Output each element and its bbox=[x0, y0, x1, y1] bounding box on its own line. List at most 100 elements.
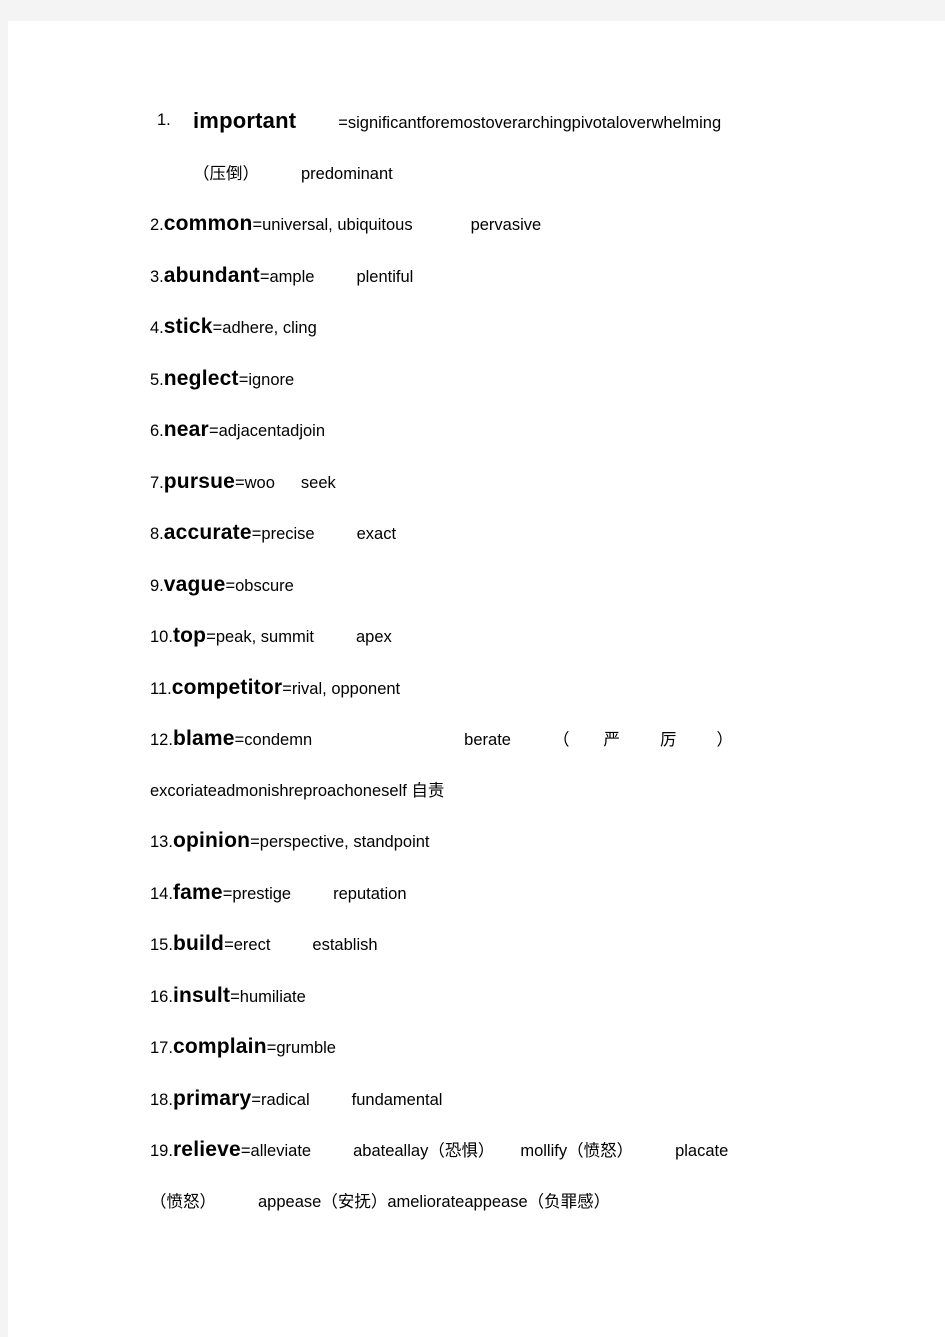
vocab-entry: 15.build=erect establish bbox=[150, 919, 830, 971]
entry-synonym: mollify bbox=[520, 1142, 568, 1160]
entry-equals: = bbox=[240, 1142, 251, 1160]
entry-number: 10. bbox=[150, 628, 173, 646]
entry-headword: top bbox=[172, 624, 207, 647]
entry-synonym: pervasive bbox=[470, 216, 542, 234]
entry-headword: common bbox=[163, 212, 253, 235]
entry-equals: = bbox=[206, 628, 216, 646]
entry-synonym: adjacentadjoin bbox=[218, 422, 325, 440]
vocab-entry: 12.blame=condemn berate （严厉） excoriateadmo… bbox=[150, 714, 830, 816]
entry-synonym: plentiful bbox=[356, 267, 414, 286]
vocab-entry: 2.common=universal, ubiquitous pervasive bbox=[150, 199, 830, 251]
entry-headword: fame bbox=[172, 880, 223, 904]
vocab-entry: 14.fame=prestige reputation bbox=[150, 868, 830, 920]
entry-equals: = bbox=[222, 884, 233, 903]
entry-headword: insult bbox=[172, 983, 231, 1007]
entry-headword: relieve bbox=[172, 1138, 241, 1161]
entry-number: 13. bbox=[150, 833, 173, 851]
entry-number: 18. bbox=[150, 1090, 173, 1109]
entry-equals: = bbox=[338, 114, 348, 132]
entry-headword: accurate bbox=[163, 521, 252, 544]
entry-headword: blame bbox=[172, 727, 235, 750]
entry-cjk-gloss: （安抚） bbox=[321, 1191, 388, 1211]
entry-synonym: apex bbox=[355, 628, 392, 646]
vocab-entry: 1. important =significantforemostoverarchi… bbox=[150, 96, 830, 199]
entry-equals: = bbox=[238, 370, 249, 389]
entry-synonym: summit bbox=[260, 628, 314, 646]
entry-cjk-char: 厉 bbox=[659, 730, 717, 749]
entry-synonym: woo bbox=[244, 473, 275, 492]
entry-synonym: erect bbox=[233, 936, 271, 954]
entry-equals: = bbox=[212, 319, 223, 337]
entry-cjk-gloss: 自责 bbox=[411, 780, 445, 800]
entry-continuation: （压倒） predominant bbox=[193, 149, 830, 200]
entry-synonym: obscure bbox=[235, 576, 294, 595]
entry-synonym: humiliate bbox=[239, 987, 306, 1006]
vocab-entry: 4.stick=adhere, cling bbox=[150, 302, 830, 354]
entry-equals: = bbox=[225, 576, 236, 595]
entry-number: 1. bbox=[157, 111, 171, 129]
entry-synonyms: significantforemostoverarchingpivotalove… bbox=[347, 114, 722, 132]
entry-equals: = bbox=[208, 422, 219, 440]
entry-headword: abundant bbox=[163, 263, 260, 287]
entry-synonym: establish bbox=[312, 936, 378, 954]
vocab-entry: 9.vague=obscure bbox=[150, 560, 830, 612]
entry-equals: = bbox=[252, 216, 263, 234]
vocab-entry: 3.abundant=ample plentiful bbox=[150, 251, 830, 303]
entry-synonym: prestige bbox=[232, 884, 292, 903]
entry-number: 2. bbox=[150, 216, 164, 234]
entry-number: 11. bbox=[150, 679, 172, 698]
vocab-entry: 17.complain=grumble bbox=[150, 1022, 830, 1074]
vocab-entry: 16.insult=humiliate bbox=[150, 971, 830, 1023]
entry-synonym: standpoint bbox=[353, 833, 430, 851]
entry-synonym: reputation bbox=[333, 884, 407, 903]
entry-synonym: condemn bbox=[244, 731, 313, 749]
entry-synonym: fundamental bbox=[351, 1090, 443, 1109]
entry-synonym: perspective, bbox=[259, 833, 349, 851]
entry-headword: vague bbox=[163, 572, 226, 596]
entry-synonym: adhere, bbox=[222, 319, 279, 337]
entry-headword: build bbox=[172, 932, 225, 955]
entry-synonym: universal, bbox=[262, 216, 333, 234]
entry-continuation: excoriateadmonishreproachoneself 自责 bbox=[150, 766, 830, 817]
vocab-entry: 8.accurate=precise exact bbox=[150, 508, 830, 560]
entry-number: 16. bbox=[150, 987, 173, 1006]
entry-equals: = bbox=[250, 833, 260, 851]
entry-synonym: placate bbox=[675, 1142, 729, 1160]
entry-synonym: cling bbox=[282, 319, 317, 337]
entry-synonym: radical bbox=[261, 1090, 310, 1109]
entry-equals: = bbox=[259, 267, 270, 286]
vocabulary-list: 1. important =significantforemostoverarchi… bbox=[150, 96, 830, 1227]
entry-number: 6. bbox=[150, 422, 164, 440]
entry-equals: = bbox=[234, 473, 245, 492]
entry-number: 9. bbox=[150, 576, 164, 595]
entry-paren-close: ） bbox=[716, 730, 733, 749]
entry-headword: opinion bbox=[172, 829, 251, 852]
entry-synonym: predominant bbox=[301, 164, 393, 183]
entry-synonym: berate bbox=[464, 731, 511, 749]
entry-headword: stick bbox=[163, 315, 213, 338]
entry-cjk-char: 严 bbox=[603, 730, 660, 749]
vocab-entry: 18.primary=radical fundamental bbox=[150, 1074, 830, 1126]
entry-synonym: abateallay bbox=[353, 1142, 429, 1160]
entry-number: 8. bbox=[150, 525, 164, 543]
vocab-entry: 13.opinion=perspective, standpoint bbox=[150, 816, 830, 868]
entry-equals: = bbox=[251, 525, 262, 543]
entry-synonym: appease bbox=[258, 1192, 322, 1211]
entry-synonym: ample bbox=[269, 267, 315, 286]
vocab-entry: 10.top=peak, summit apex bbox=[150, 611, 830, 663]
entry-number: 7. bbox=[150, 473, 164, 492]
entry-synonym: exact bbox=[356, 525, 397, 543]
entry-number: 17. bbox=[150, 1039, 173, 1057]
entry-headword: neglect bbox=[163, 366, 239, 390]
entry-paren-open: （ bbox=[552, 730, 604, 749]
entry-cjk-gloss: （愤怒） bbox=[567, 1141, 634, 1160]
entry-headword: competitor bbox=[171, 675, 283, 699]
entry-number: 3. bbox=[150, 267, 164, 286]
entry-equals: = bbox=[234, 731, 245, 749]
entry-cjk-gloss: （恐惧） bbox=[428, 1141, 495, 1160]
entry-synonym: precise bbox=[261, 525, 315, 543]
vocab-entry: 11.competitor=rival, opponent bbox=[150, 663, 830, 715]
entry-number: 14. bbox=[150, 884, 173, 903]
entry-headword: near bbox=[163, 418, 209, 441]
entry-continuation: （愤怒） appease（安抚）ameliorateappease（负罪感） bbox=[150, 1177, 830, 1228]
